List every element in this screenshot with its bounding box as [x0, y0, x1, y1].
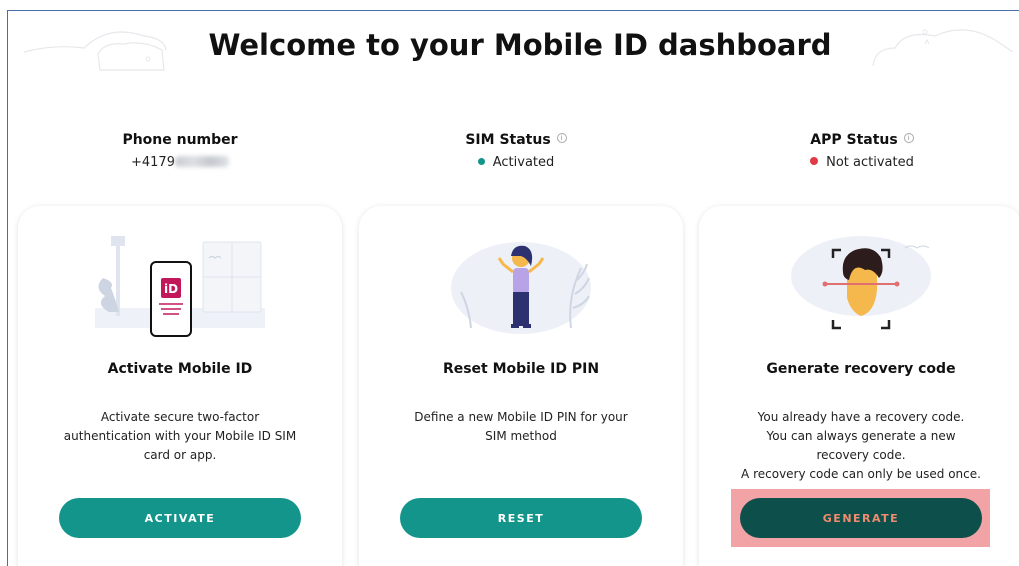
svg-text:iD: iD — [164, 282, 178, 296]
info-icon[interactable]: i — [556, 133, 567, 143]
reset-pin-card: Reset Mobile ID PIN Define a new Mobile … — [359, 206, 683, 566]
sim-status-label: SIM Status — [465, 132, 551, 148]
phone-number-text: +4179 — [131, 155, 175, 170]
window-border-top — [7, 10, 1019, 11]
card-description-line: authentication with your Mobile ID SIM — [63, 429, 297, 443]
reset-button[interactable]: RESET — [400, 498, 642, 538]
info-icon[interactable]: i — [903, 133, 914, 143]
card-description-line: You can always generate a new — [766, 429, 956, 443]
card-title: Generate recovery code — [766, 361, 956, 377]
card-description-line: card or app. — [143, 448, 217, 462]
face-scan-illustration-icon — [791, 236, 931, 330]
card-description-line: Activate secure two-factor — [100, 410, 260, 424]
phone-number-block: Phone number +4179 — [40, 132, 320, 170]
card-description: You already have a recovery code. You ca… — [729, 408, 993, 484]
app-status-label: APP Status — [810, 132, 898, 148]
person-illustration-icon — [451, 242, 591, 334]
card-description: Define a new Mobile ID PIN for your SIM … — [389, 408, 653, 446]
activate-card: iD Activate Mobile ID Activate secure tw… — [18, 206, 342, 566]
activate-button[interactable]: ACTIVATE — [59, 498, 301, 538]
phone-number-label: Phone number — [122, 132, 238, 148]
generate-button[interactable]: GENERATE — [740, 498, 982, 538]
error-dot-icon — [810, 157, 819, 165]
card-description-line: recovery code. — [816, 448, 906, 462]
card-description-line: A recovery code can only be used once. — [741, 467, 981, 481]
app-status-value: Not activated — [826, 155, 914, 170]
sim-status-value: Activated — [492, 155, 555, 170]
page-title: Welcome to your Mobile ID dashboard — [208, 28, 832, 62]
card-title: Activate Mobile ID — [107, 361, 253, 377]
card-description-line: You already have a recovery code. — [757, 410, 965, 424]
window-border-left — [7, 10, 8, 566]
app-status-block: APP Status i Not activated — [722, 132, 1002, 170]
card-description-line: SIM method — [485, 429, 557, 443]
phone-illustration-icon: iD — [95, 236, 265, 337]
phone-number-value: +4179 — [40, 155, 320, 170]
card-description: Activate secure two-factor authenticatio… — [48, 408, 312, 465]
card-title: Reset Mobile ID PIN — [442, 361, 600, 377]
phone-number-redacted — [174, 156, 229, 167]
status-dot-icon — [477, 158, 485, 165]
sim-status-block: SIM Status i Activated — [376, 132, 656, 170]
card-description-line: Define a new Mobile ID PIN for your — [414, 410, 628, 424]
